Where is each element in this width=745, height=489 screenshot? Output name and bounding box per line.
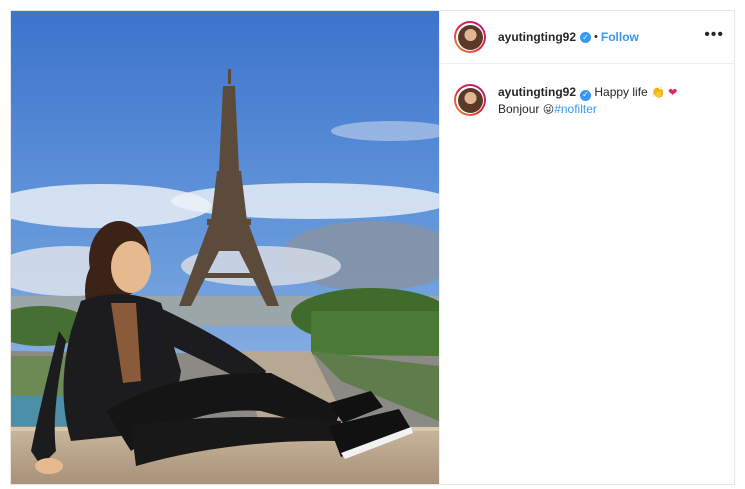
caption-avatar-image — [457, 87, 483, 113]
separator-dot: • — [594, 31, 598, 43]
caption-text: ayutingting92 ✓ Happy life 👏 ❤ Bonjour 😜#… — [498, 84, 677, 118]
eiffel-tower-photo — [11, 11, 439, 484]
avatar[interactable] — [454, 21, 486, 53]
caption-line2: Bonjour — [498, 102, 540, 116]
post-card: ayutingting92 ✓ • Follow ••• ayutingting… — [10, 10, 735, 485]
post-sidebar: ayutingting92 ✓ • Follow ••• ayutingting… — [439, 11, 734, 484]
post-header: ayutingting92 ✓ • Follow ••• — [440, 11, 734, 64]
caption-verified-badge-icon: ✓ — [580, 89, 592, 101]
hashtag-link[interactable]: #nofilter — [554, 102, 597, 116]
caption-avatar[interactable] — [454, 84, 486, 116]
clapping-hands-icon: 👏 — [651, 86, 665, 99]
post-photo[interactable] — [11, 11, 439, 484]
winking-tongue-face-icon: 😜 — [542, 103, 555, 116]
avatar-ring — [456, 23, 484, 51]
more-options-icon[interactable]: ••• — [704, 27, 724, 43]
follow-button[interactable]: Follow — [601, 30, 639, 44]
avatar-image — [457, 24, 483, 50]
caption-avatar-ring — [456, 86, 484, 114]
author-username[interactable]: ayutingting92 — [498, 30, 576, 44]
caption-line1: Happy life — [594, 85, 648, 99]
heart-icon: ❤ — [668, 86, 678, 99]
caption: ayutingting92 ✓ Happy life 👏 ❤ Bonjour 😜#… — [440, 64, 734, 118]
caption-username[interactable]: ayutingting92 — [498, 85, 576, 99]
verified-badge-icon: ✓ — [580, 31, 592, 43]
